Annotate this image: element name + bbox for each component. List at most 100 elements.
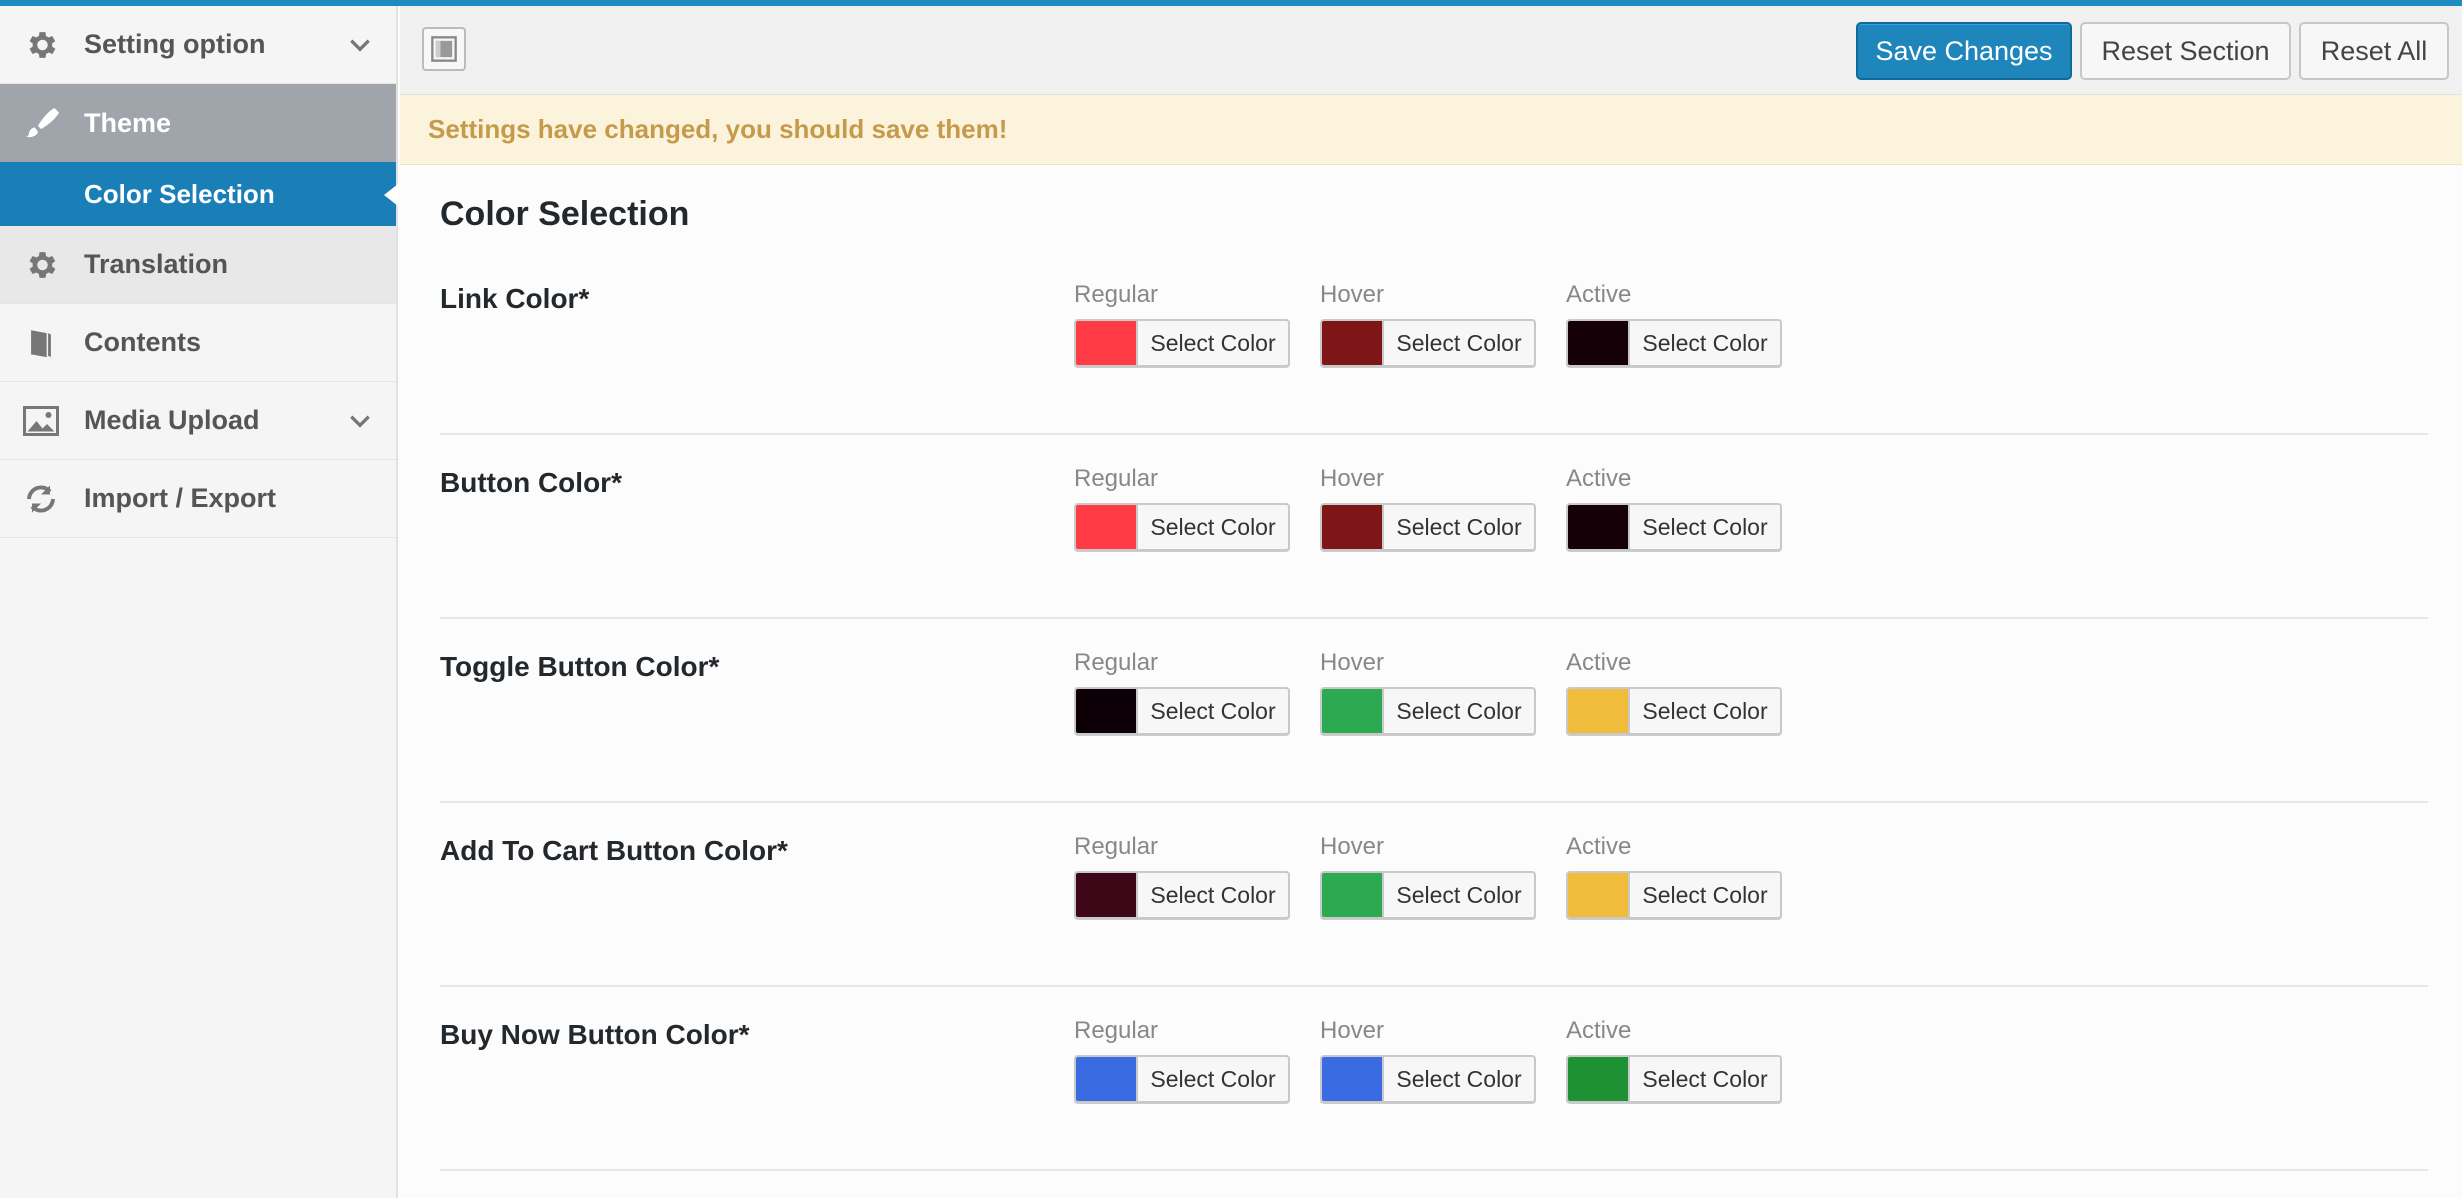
- active-color-picker: Active Select Color: [1566, 649, 1782, 735]
- color-option-row: Buy Now Button Color* Regular Select Color…: [440, 987, 2428, 1171]
- chevron-down-icon: [344, 405, 376, 437]
- color-swatch[interactable]: [1568, 1057, 1630, 1101]
- color-option-label: Link Color*: [440, 283, 590, 314]
- select-color-label: Select Color: [1642, 697, 1768, 724]
- sidebar-item-translation[interactable]: Translation: [0, 226, 396, 304]
- image-icon: [20, 400, 62, 442]
- sidebar-item-color-selection[interactable]: Color Selection: [0, 162, 398, 226]
- select-color-button[interactable]: Select Color: [1074, 1055, 1290, 1103]
- sidebar-item-label: Color Selection: [84, 178, 275, 209]
- section-title: Color Selection: [440, 195, 690, 233]
- sidebar-item-label: Contents: [84, 327, 201, 357]
- color-swatch[interactable]: [1568, 873, 1630, 917]
- picker-state-label: Regular: [1074, 833, 1159, 860]
- select-color-button[interactable]: Select Color: [1320, 687, 1536, 735]
- sidebar-item-contents[interactable]: Contents: [0, 304, 396, 382]
- chevron-down-icon: [344, 29, 376, 61]
- reset-all-button[interactable]: Reset All: [2299, 22, 2449, 80]
- select-color-label: Select Color: [1642, 1065, 1768, 1092]
- hover-color-picker: Hover Select Color: [1320, 281, 1536, 367]
- expand-toggle-button[interactable]: [422, 27, 466, 71]
- picker-state-label: Active: [1566, 1017, 1632, 1044]
- select-color-button[interactable]: Select Color: [1320, 1055, 1536, 1103]
- book-icon: [20, 322, 62, 364]
- sidebar-item-media-upload[interactable]: Media Upload: [0, 382, 396, 460]
- refresh-icon: [20, 478, 62, 520]
- select-color-button[interactable]: Select Color: [1566, 687, 1782, 735]
- save-changes-button[interactable]: Save Changes: [1856, 22, 2072, 80]
- select-color-button[interactable]: Select Color: [1074, 871, 1290, 919]
- select-color-button[interactable]: Select Color: [1074, 503, 1290, 551]
- color-swatch[interactable]: [1568, 321, 1630, 365]
- color-swatch[interactable]: [1322, 1057, 1384, 1101]
- select-color-label: Select Color: [1150, 513, 1276, 540]
- picker-state-label: Regular: [1074, 1017, 1159, 1044]
- color-swatch[interactable]: [1076, 1057, 1138, 1101]
- hover-color-picker: Hover Select Color: [1320, 833, 1536, 919]
- color-swatch[interactable]: [1568, 505, 1630, 549]
- select-color-button[interactable]: Select Color: [1566, 1055, 1782, 1103]
- select-color-label: Select Color: [1150, 697, 1276, 724]
- color-swatch[interactable]: [1076, 321, 1138, 365]
- color-swatch[interactable]: [1322, 873, 1384, 917]
- select-color-label: Select Color: [1396, 1065, 1522, 1092]
- select-color-label: Select Color: [1396, 513, 1522, 540]
- select-color-button[interactable]: Select Color: [1320, 503, 1536, 551]
- color-swatch[interactable]: [1568, 689, 1630, 733]
- color-option-label: Buy Now Button Color*: [440, 1019, 750, 1050]
- picker-state-label: Active: [1566, 465, 1632, 492]
- regular-color-picker: Regular Select Color: [1074, 281, 1290, 367]
- select-color-button[interactable]: Select Color: [1320, 319, 1536, 367]
- active-color-picker: Active Select Color: [1566, 1017, 1782, 1103]
- color-swatch[interactable]: [1076, 873, 1138, 917]
- color-swatch[interactable]: [1322, 689, 1384, 733]
- sidebar-item-theme[interactable]: Theme: [0, 84, 396, 162]
- select-color-label: Select Color: [1396, 881, 1522, 908]
- select-color-button[interactable]: Select Color: [1566, 319, 1782, 367]
- regular-color-picker: Regular Select Color: [1074, 833, 1290, 919]
- picker-state-label: Active: [1566, 649, 1632, 676]
- select-color-button[interactable]: Select Color: [1074, 319, 1290, 367]
- gear-icon: [20, 244, 62, 286]
- sidebar-item-label: Theme: [84, 107, 172, 138]
- regular-color-picker: Regular Select Color: [1074, 1017, 1290, 1103]
- active-color-picker: Active Select Color: [1566, 833, 1782, 919]
- color-swatch[interactable]: [1076, 505, 1138, 549]
- color-option-label: Add To Cart Button Color*: [440, 835, 788, 866]
- select-color-label: Select Color: [1150, 329, 1276, 356]
- sidebar-item-label: Setting option: [84, 29, 266, 59]
- layout-icon: [431, 36, 457, 62]
- color-swatch[interactable]: [1322, 505, 1384, 549]
- color-option-label: Toggle Button Color*: [440, 651, 720, 682]
- sidebar-item-label: Translation: [84, 249, 229, 279]
- hover-color-picker: Hover Select Color: [1320, 649, 1536, 735]
- select-color-label: Select Color: [1642, 329, 1768, 356]
- active-color-picker: Active Select Color: [1566, 465, 1782, 551]
- select-color-button[interactable]: Select Color: [1320, 871, 1536, 919]
- select-color-label: Select Color: [1396, 697, 1522, 724]
- sidebar-item-setting-option[interactable]: Setting option: [0, 6, 396, 84]
- color-swatch[interactable]: [1322, 321, 1384, 365]
- select-color-button[interactable]: Select Color: [1074, 687, 1290, 735]
- select-color-label: Select Color: [1150, 881, 1276, 908]
- select-color-button[interactable]: Select Color: [1566, 871, 1782, 919]
- sidebar-item-import-export[interactable]: Import / Export: [0, 460, 396, 538]
- select-color-label: Select Color: [1396, 329, 1522, 356]
- main-panel: Save Changes Reset Section Reset All Set…: [400, 6, 2462, 1198]
- reset-section-button[interactable]: Reset Section: [2080, 22, 2291, 80]
- sidebar: Setting option Theme Color Selection Tra…: [0, 6, 398, 1198]
- select-color-button[interactable]: Select Color: [1566, 503, 1782, 551]
- color-option-label: Button Color*: [440, 467, 622, 498]
- picker-state-label: Hover: [1320, 281, 1385, 308]
- color-option-row: Add To Cart Button Color* Regular Select C…: [440, 803, 2428, 987]
- color-swatch[interactable]: [1076, 689, 1138, 733]
- picker-state-label: Hover: [1320, 465, 1385, 492]
- color-option-row: Button Color* Regular Select Color Hover Sel…: [440, 435, 2428, 619]
- picker-state-label: Regular: [1074, 465, 1159, 492]
- picker-state-label: Regular: [1074, 649, 1159, 676]
- color-option-row: Toggle Button Color* Regular Select Color H…: [440, 619, 2428, 803]
- picker-state-label: Hover: [1320, 1017, 1385, 1044]
- select-color-label: Select Color: [1642, 513, 1768, 540]
- picker-state-label: Active: [1566, 833, 1632, 860]
- active-color-picker: Active Select Color: [1566, 281, 1782, 367]
